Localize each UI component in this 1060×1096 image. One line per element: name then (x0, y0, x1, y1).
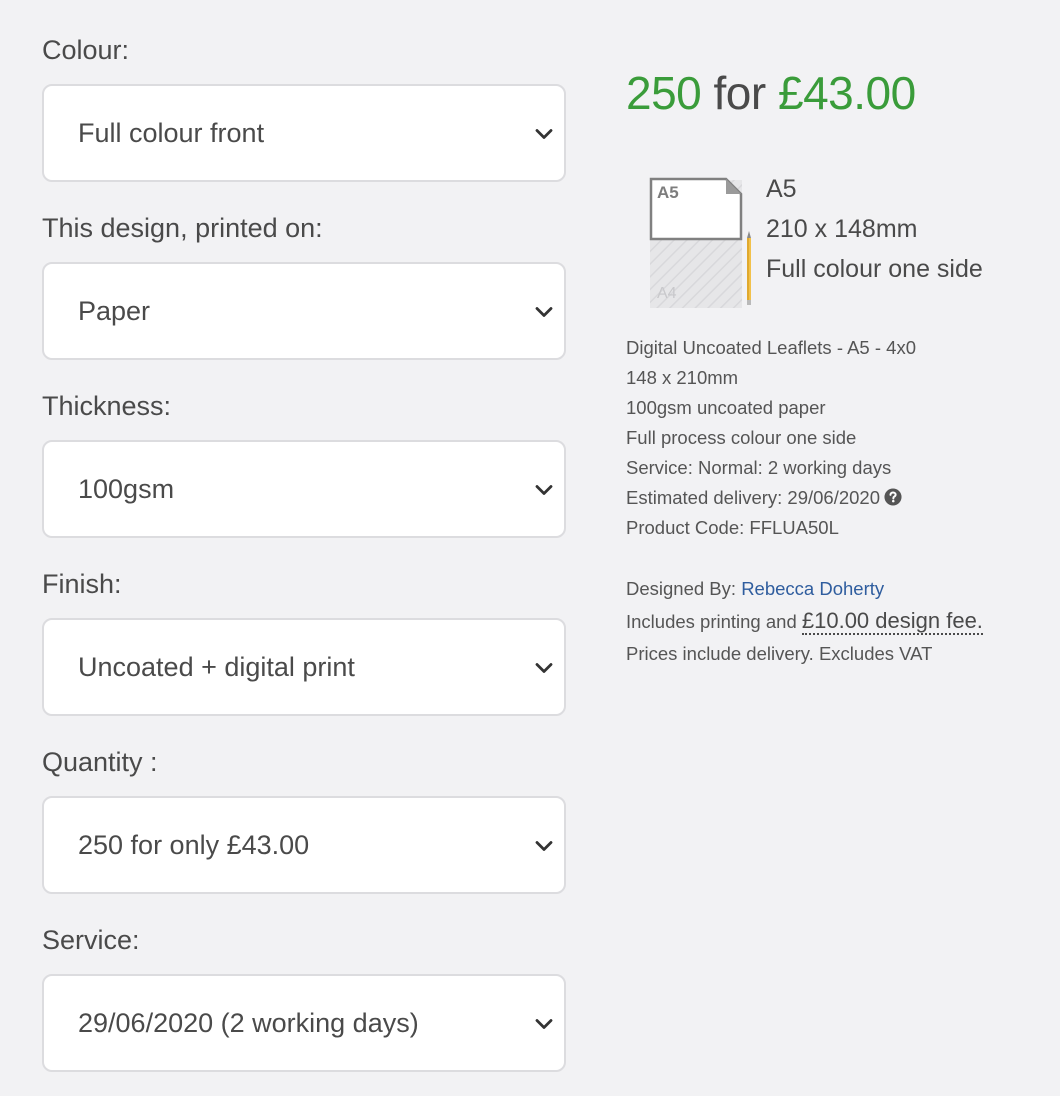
spec-product-code: Product Code: FFLUA50L (626, 517, 839, 538)
chevron-down-icon (535, 1019, 553, 1029)
order-summary: 250 for £43.00 A5 A4 A5 210 x 148mm Full… (626, 60, 1046, 670)
quantity-label: Quantity : (42, 747, 158, 777)
includes-row: Includes printing and £10.00 design fee. (626, 605, 1046, 638)
designed-by-row: Designed By: Rebecca Doherty (626, 573, 1046, 605)
headline-price: £43.00 (778, 67, 916, 119)
product-options-form: Colour: Full colour front This design, p… (42, 28, 566, 1096)
thickness-select-value: 100gsm (78, 474, 175, 504)
headline-quantity: 250 (626, 67, 702, 119)
colour-select-value: Full colour front (78, 118, 265, 148)
size-lines: A5 210 x 148mm Full colour one side (766, 169, 983, 289)
question-circle-icon[interactable] (884, 488, 902, 506)
service-select[interactable]: 29/06/2020 (2 working days) (42, 974, 566, 1072)
design-fee-link[interactable]: £10.00 design fee. (801, 608, 983, 635)
chevron-down-icon (535, 663, 553, 673)
a5-sheet-label: A5 (657, 183, 679, 202)
finish-select[interactable]: Uncoated + digital print (42, 618, 566, 716)
a4-sheet-label: A4 (657, 285, 677, 302)
service-select-value: 29/06/2020 (2 working days) (78, 1008, 419, 1038)
size-info: A5 A4 A5 210 x 148mm Full colour one sid… (626, 175, 1046, 311)
headline-for: for (701, 67, 778, 119)
spec-print: Full process colour one side (626, 427, 857, 448)
thickness-label: Thickness: (42, 391, 172, 421)
spec-dimensions: 148 x 210mm (626, 367, 739, 388)
designer-link[interactable]: Rebecca Doherty (741, 578, 884, 599)
spec-product-name: Digital Uncoated Leaflets - A5 - 4x0 (626, 337, 916, 358)
material-select-value: Paper (78, 296, 151, 326)
spec-delivery: Estimated delivery: 29/06/2020 (626, 487, 881, 508)
colour-label: Colour: (42, 35, 130, 65)
size-name: A5 (766, 175, 797, 203)
thickness-select[interactable]: 100gsm (42, 440, 566, 538)
chevron-down-icon (535, 841, 553, 851)
price-headline: 250 for £43.00 (626, 60, 1046, 126)
size-dimensions: 210 x 148mm (766, 215, 918, 243)
pencil-icon (747, 231, 751, 305)
chevron-down-icon (535, 485, 553, 495)
chevron-down-icon (535, 307, 553, 317)
quantity-select-value: 250 for only £43.00 (78, 830, 310, 860)
spec-service: Service: Normal: 2 working days (626, 457, 892, 478)
finish-select-value: Uncoated + digital print (78, 652, 355, 682)
prices-note: Prices include delivery. Excludes VAT (626, 643, 933, 664)
size-colour: Full colour one side (766, 255, 983, 283)
colour-select[interactable]: Full colour front (42, 84, 566, 182)
material-select[interactable]: Paper (42, 262, 566, 360)
service-label: Service: (42, 925, 140, 955)
printed-on-label: This design, printed on: (42, 213, 323, 243)
designed-by-label: Designed By: (626, 578, 737, 599)
chevron-down-icon (535, 129, 553, 139)
finish-label: Finish: (42, 569, 122, 599)
quantity-select[interactable]: 250 for only £43.00 (42, 796, 566, 894)
spec-delivery-row: Estimated delivery: 29/06/2020 (626, 483, 1046, 513)
product-specs: Digital Uncoated Leaflets - A5 - 4x0 148… (626, 333, 1046, 543)
includes-text: Includes printing and (626, 611, 797, 632)
designer-info: Designed By: Rebecca Doherty Includes pr… (626, 573, 1046, 670)
spec-paper: 100gsm uncoated paper (626, 397, 826, 418)
paper-size-icon: A5 A4 (649, 177, 751, 308)
